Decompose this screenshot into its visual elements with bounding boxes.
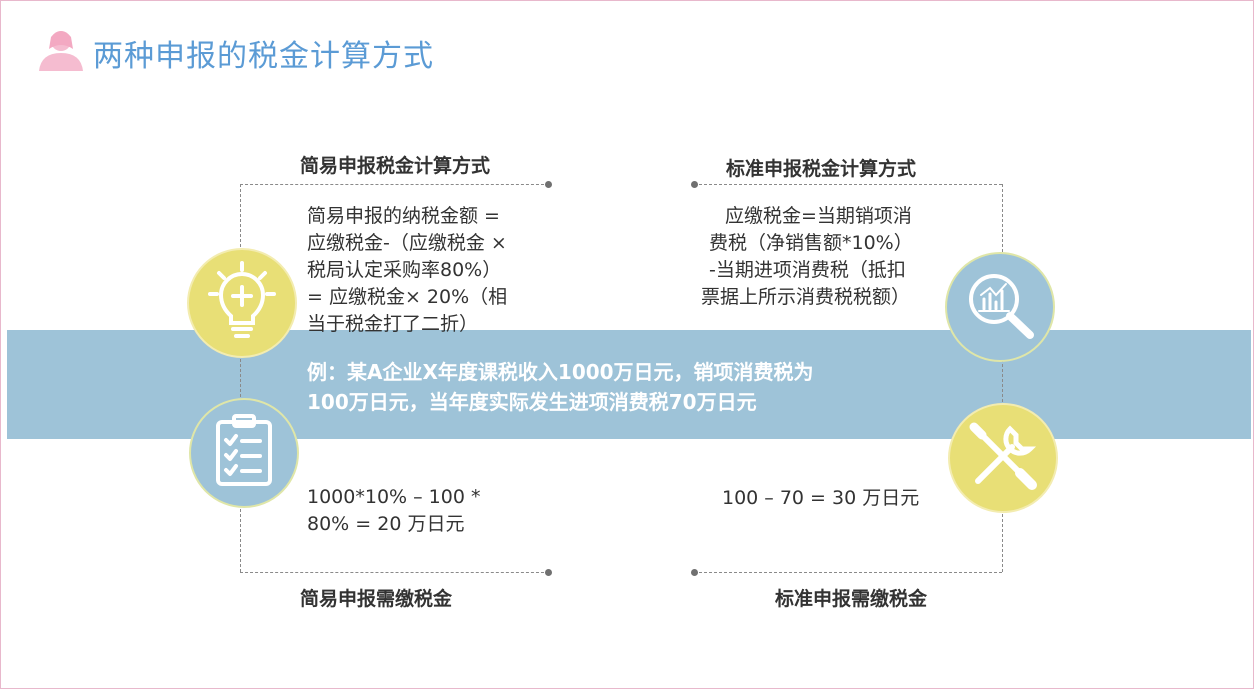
connector-dot	[691, 181, 698, 188]
connector-dot	[545, 181, 552, 188]
standard-formula: 应缴税金=当期销项消 费税（净销售额*10%） -当期进项消费税（抵扣 票据上所…	[701, 203, 913, 311]
tools-circle	[948, 403, 1058, 513]
idea-circle	[187, 248, 297, 358]
result-line: 1000*10% – 100 *	[307, 486, 481, 508]
example-line: 100万日元，当年度实际发生进项消费税70万日元	[307, 390, 757, 414]
formula-line: 应缴税金-（应缴税金 ×	[307, 232, 507, 254]
standard-result: 100 – 70 = 30 万日元	[722, 485, 919, 512]
page-title: 两种申报的税金计算方式	[93, 39, 434, 74]
example-line: 例：某A企业X年度课税收入1000万日元，销项消费税为	[307, 360, 814, 384]
divider	[240, 184, 241, 572]
magnifier-chart-icon	[964, 269, 1036, 345]
lightbulb-icon	[207, 261, 277, 345]
divider	[240, 184, 549, 185]
formula-line: -当期进项消费税（抵扣	[709, 259, 906, 281]
simple-formula: 简易申报的纳税金额 = 应缴税金-（应缴税金 × 税局认定采购率80%） = 应…	[307, 203, 507, 338]
result-line: 100 – 70 = 30 万日元	[722, 487, 920, 509]
standard-result-heading: 标准申报需缴税金	[775, 588, 928, 610]
divider	[1002, 184, 1003, 572]
result-line: 80% = 20 万日元	[307, 513, 465, 535]
divider	[240, 572, 549, 573]
connector-dot	[691, 569, 698, 576]
formula-line: 税局认定采购率80%）	[307, 259, 502, 281]
slide: 两种申报的税金计算方式 简易申报税金计算方式 标准申报税金计算方式 简易申报需缴…	[0, 0, 1254, 689]
checklist-circle	[189, 398, 299, 508]
connector-dot	[545, 569, 552, 576]
clipboard-checklist-icon	[214, 414, 274, 492]
wrench-screwdriver-icon	[966, 419, 1040, 497]
example-text: 例：某A企业X年度课税收入1000万日元，销项消费税为 100万日元，当年度实际…	[307, 357, 947, 417]
simple-heading: 简易申报税金计算方式	[300, 155, 491, 177]
person-icon	[37, 27, 85, 71]
formula-line: 票据上所示消费税税额）	[701, 286, 911, 308]
standard-heading: 标准申报税金计算方式	[726, 158, 917, 180]
formula-line: 简易申报的纳税金额 =	[307, 205, 500, 227]
formula-line: 费税（净销售额*10%）	[709, 232, 913, 254]
formula-line: = 应缴税金× 20%（相	[307, 286, 508, 308]
divider	[694, 184, 1002, 185]
formula-line: 应缴税金=当期销项消	[725, 205, 912, 227]
simple-result: 1000*10% – 100 * 80% = 20 万日元	[307, 484, 480, 538]
formula-line: 当于税金打了二折）	[307, 313, 479, 335]
analysis-circle	[945, 252, 1055, 362]
simple-result-heading: 简易申报需缴税金	[300, 588, 453, 610]
divider	[694, 572, 1002, 573]
